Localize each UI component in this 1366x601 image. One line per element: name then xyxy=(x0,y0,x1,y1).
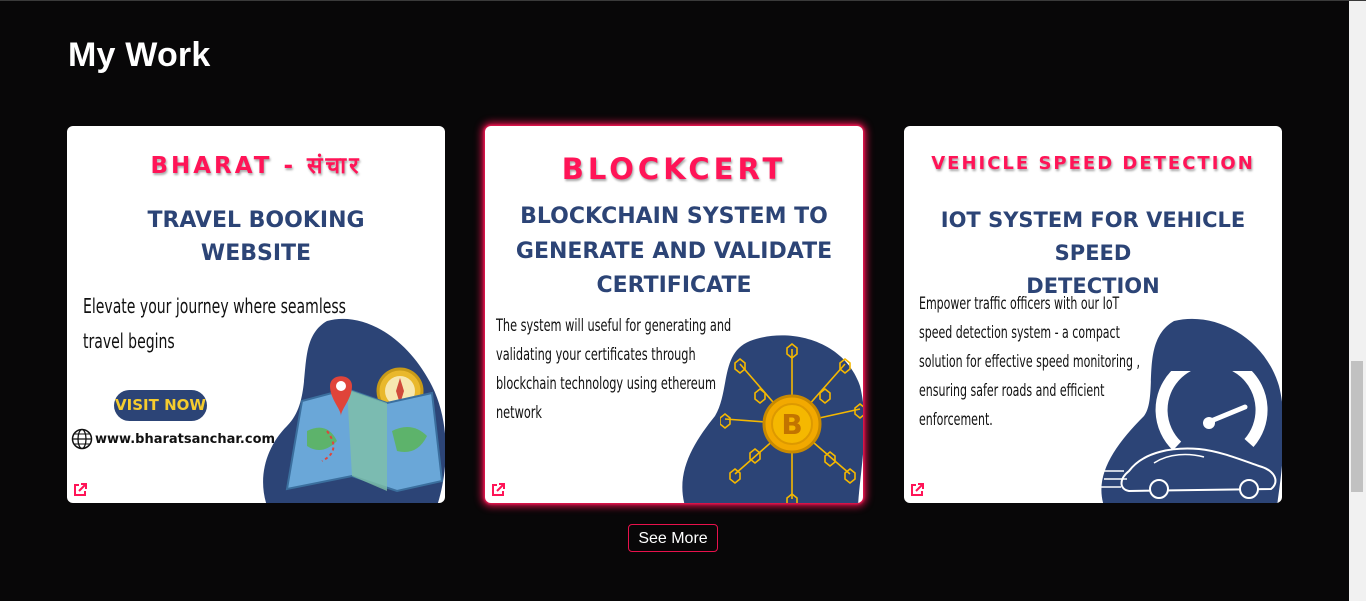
project-heading: IOT SYSTEM FOR VEHICLE SPEED DETECTION xyxy=(908,204,1278,303)
visit-now-button[interactable]: VISIT NOW xyxy=(114,390,207,421)
website-row: www.bharatsanchar.com xyxy=(71,428,275,450)
website-url: www.bharatsanchar.com xyxy=(95,431,276,447)
section-title: My Work xyxy=(68,36,211,74)
project-brand: BLOCKCERT xyxy=(561,152,787,186)
globe-icon xyxy=(71,428,93,450)
project-brand: BHARAT - संचार xyxy=(150,153,362,179)
svg-text:B: B xyxy=(781,408,802,441)
project-description: The system will useful for generating an… xyxy=(496,312,731,428)
heading-line: BLOCKCHAIN SYSTEM TO xyxy=(520,204,828,229)
description-line: Elevate your journey where seamless xyxy=(83,294,346,318)
bitcoin-network-icon: B xyxy=(720,342,863,503)
description-line: validating your certificates through xyxy=(496,345,696,365)
description-line: speed detection system - a compact xyxy=(919,323,1120,343)
external-link-icon[interactable] xyxy=(72,482,88,498)
project-heading: BLOCKCHAIN SYSTEM TO GENERATE AND VALIDA… xyxy=(495,200,853,304)
heading-line: IOT SYSTEM FOR VEHICLE SPEED xyxy=(940,208,1246,265)
heading-line: GENERATE AND VALIDATE xyxy=(515,238,833,264)
heading-line: TRAVEL BOOKING xyxy=(147,208,365,233)
project-card-blockcert[interactable]: B BLOCKCERT BLOCKCHAIN SYSTEM TO GENERAT… xyxy=(485,126,863,503)
description-line: enforcement. xyxy=(919,410,993,430)
map-icon xyxy=(285,367,444,493)
description-line: The system will useful for generating an… xyxy=(496,316,732,336)
project-card-bharat-sanchar[interactable]: BHARAT - संचार TRAVEL BOOKING WEBSITE El… xyxy=(67,126,445,503)
project-description: Elevate your journey where seamless trav… xyxy=(83,289,346,359)
description-line: blockchain technology using ethereum xyxy=(496,374,716,394)
vertical-scrollbar[interactable] xyxy=(1349,1,1366,601)
external-link-icon[interactable] xyxy=(490,482,506,498)
top-border xyxy=(0,0,1366,1)
project-brand: VEHICLE SPEED DETECTION xyxy=(931,153,1255,174)
heading-line: CERTIFICATE xyxy=(596,273,752,298)
project-heading: TRAVEL BOOKING WEBSITE xyxy=(77,204,435,270)
heading-line: WEBSITE xyxy=(200,241,312,266)
description-line: Empower traffic officers with our IoT xyxy=(919,294,1120,314)
description-line: solution for effective speed monitoring … xyxy=(919,352,1140,372)
description-line: network xyxy=(496,403,542,423)
external-link-icon[interactable] xyxy=(909,482,925,498)
description-line: travel begins xyxy=(83,329,175,353)
see-more-button[interactable]: See More xyxy=(628,524,718,552)
project-description: Empower traffic officers with our IoT sp… xyxy=(919,290,1140,435)
project-card-vehicle-speed[interactable]: VEHICLE SPEED DETECTION IOT SYSTEM FOR V… xyxy=(904,126,1282,503)
scrollbar-thumb[interactable] xyxy=(1351,361,1363,492)
description-line: ensuring safer roads and efficient xyxy=(919,381,1105,401)
